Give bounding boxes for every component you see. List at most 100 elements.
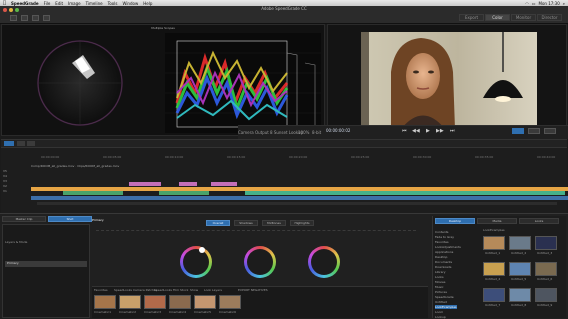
look-thumbnail[interactable] (483, 262, 505, 276)
look-thumbnail[interactable] (535, 262, 557, 276)
tree-item[interactable]: Desktop (435, 255, 447, 259)
tab-color[interactable]: Color (485, 14, 510, 21)
look-thumbnail[interactable] (119, 295, 141, 309)
looks-tab[interactable]: Show (190, 288, 198, 292)
look-thumbnail[interactable] (535, 236, 557, 250)
timeline-mode-button[interactable] (4, 141, 14, 146)
tab-master-clip[interactable]: Master Clip (2, 216, 46, 222)
look-thumbnail[interactable] (194, 295, 216, 309)
look-thumbnail[interactable] (483, 236, 505, 250)
look-thumbnail[interactable] (219, 295, 241, 309)
looks-tab[interactable]: SpeedLooks Camera Patches (114, 288, 157, 292)
track-header[interactable]: V4 (3, 174, 7, 178)
tree-item[interactable]: Pictures (435, 290, 447, 294)
spotlight-icon[interactable]: ⌕ (563, 1, 565, 6)
look-thumbnail[interactable] (509, 288, 531, 302)
clip-bar[interactable] (63, 191, 123, 195)
wheel-handle[interactable] (199, 247, 205, 253)
tab-shadows[interactable]: Shadows (234, 220, 258, 226)
zoom-dropdown[interactable]: 100% (298, 130, 309, 135)
menu-edit[interactable]: Edit (55, 1, 63, 6)
tab-director[interactable]: Director (537, 14, 562, 21)
look-thumbnail[interactable] (535, 288, 557, 302)
look-thumbnail[interactable] (169, 295, 191, 309)
tree-item[interactable]: Untitled (435, 300, 447, 304)
mode-dropdown[interactable]: Camera Output (238, 130, 269, 135)
look-thumbnail[interactable] (509, 236, 531, 250)
tree-item[interactable]: Looks (435, 275, 444, 279)
looks-tab[interactable]: SpeedLooks Film Stock (154, 288, 188, 292)
fullscreen-toggle[interactable] (544, 128, 556, 134)
menu-image[interactable]: Image (68, 1, 81, 6)
track-header[interactable]: V5 (3, 169, 7, 173)
compare-toggle[interactable] (528, 128, 540, 134)
tree-item[interactable]: Documents (435, 260, 452, 264)
tab-export[interactable]: Export (459, 14, 484, 21)
tree-item-selected[interactable]: LookExamples (435, 305, 457, 309)
time-ruler[interactable]: 00:00:00:00 00:00:05:00 00:00:10:00 00:0… (41, 154, 567, 160)
clip-bar[interactable] (129, 182, 161, 186)
tree-item[interactable]: Favorites (435, 240, 449, 244)
track-header[interactable]: V3 (3, 179, 7, 183)
menu-window[interactable]: Window (122, 1, 138, 6)
menu-timeline[interactable]: Timeline (86, 1, 103, 6)
clip-bar[interactable] (159, 191, 209, 195)
folder-icon[interactable] (10, 15, 17, 21)
tree-item[interactable]: Music (435, 285, 444, 289)
clip-bar[interactable] (31, 196, 568, 200)
browser-tab-desktop[interactable]: Desktop (435, 218, 475, 224)
bitdepth-dropdown[interactable]: 8-bit (312, 130, 321, 135)
timecode-display[interactable]: 00:00:00:02 (326, 128, 350, 133)
undo-icon[interactable] (32, 15, 39, 21)
tree-item[interactable]: Library (435, 270, 446, 274)
razor-button[interactable] (27, 141, 35, 146)
menu-help[interactable]: Help (143, 1, 152, 6)
tab-overall[interactable]: Overall (206, 220, 230, 226)
layer-item[interactable]: Primary (5, 261, 87, 267)
clip-bar[interactable] (245, 191, 565, 195)
tree-item[interactable]: Downloads (435, 265, 451, 269)
battery-icon[interactable]: ▭ (532, 1, 536, 6)
browser-tab-looks[interactable]: Looks (519, 218, 559, 224)
redo-icon[interactable] (43, 15, 50, 21)
track-header[interactable]: V1 (3, 189, 7, 193)
tab-monitor[interactable]: Monitor (511, 14, 536, 21)
app-menu[interactable]: SpeedGrade (11, 1, 39, 6)
step-forward-icon[interactable]: ▶▶ (436, 128, 444, 134)
tree-item[interactable]: LookAdjustments (435, 245, 461, 249)
tab-highlights[interactable]: Highlights (290, 220, 314, 226)
looks-tab[interactable]: Favorites (94, 288, 108, 292)
gamma-wheel[interactable] (244, 246, 276, 278)
layer-tab-primary[interactable]: Primary (92, 218, 104, 222)
looks-tab[interactable]: Look Layers (204, 288, 222, 292)
step-back-icon[interactable]: ◀◀ (412, 128, 420, 134)
tab-shot[interactable]: Shot (48, 216, 92, 222)
preview-image[interactable] (361, 32, 537, 129)
tree-item[interactable]: Movies (435, 280, 445, 284)
looks-tab[interactable]: EXPORT NEGATIVES (238, 288, 268, 292)
gain-wheel[interactable] (308, 246, 340, 278)
tree-item[interactable]: Contents (435, 230, 449, 234)
tree-item[interactable]: Applications (435, 250, 453, 254)
snap-button[interactable] (17, 141, 25, 146)
timeline-scrollbar[interactable] (37, 202, 557, 205)
go-end-icon[interactable]: ⏭ (450, 128, 455, 134)
tree-item[interactable]: Loom (435, 310, 443, 314)
browser-tab-media[interactable]: Media (477, 218, 517, 224)
look-thumbnail[interactable] (483, 288, 505, 302)
look-thumbnail[interactable] (509, 262, 531, 276)
clip-bar[interactable] (211, 182, 237, 186)
go-start-icon[interactable]: ⏮ (402, 128, 407, 134)
tree-item[interactable]: Fade to Grey (435, 235, 454, 239)
menu-tools[interactable]: Tools (108, 1, 118, 6)
offset-wheel[interactable] (180, 246, 212, 278)
wifi-icon[interactable]: ◠ (525, 1, 529, 6)
menubar-clock[interactable]: Mon 17:30 (539, 1, 560, 6)
clip-bar[interactable] (179, 182, 197, 186)
track-header[interactable]: V2 (3, 184, 7, 188)
menu-file[interactable]: File (44, 1, 51, 6)
tree-item[interactable]: SpeedGrade (435, 295, 454, 299)
loop-toggle[interactable] (512, 128, 524, 134)
tab-midtones[interactable]: Midtones (262, 220, 286, 226)
tree-item[interactable]: Lookup (435, 315, 446, 319)
